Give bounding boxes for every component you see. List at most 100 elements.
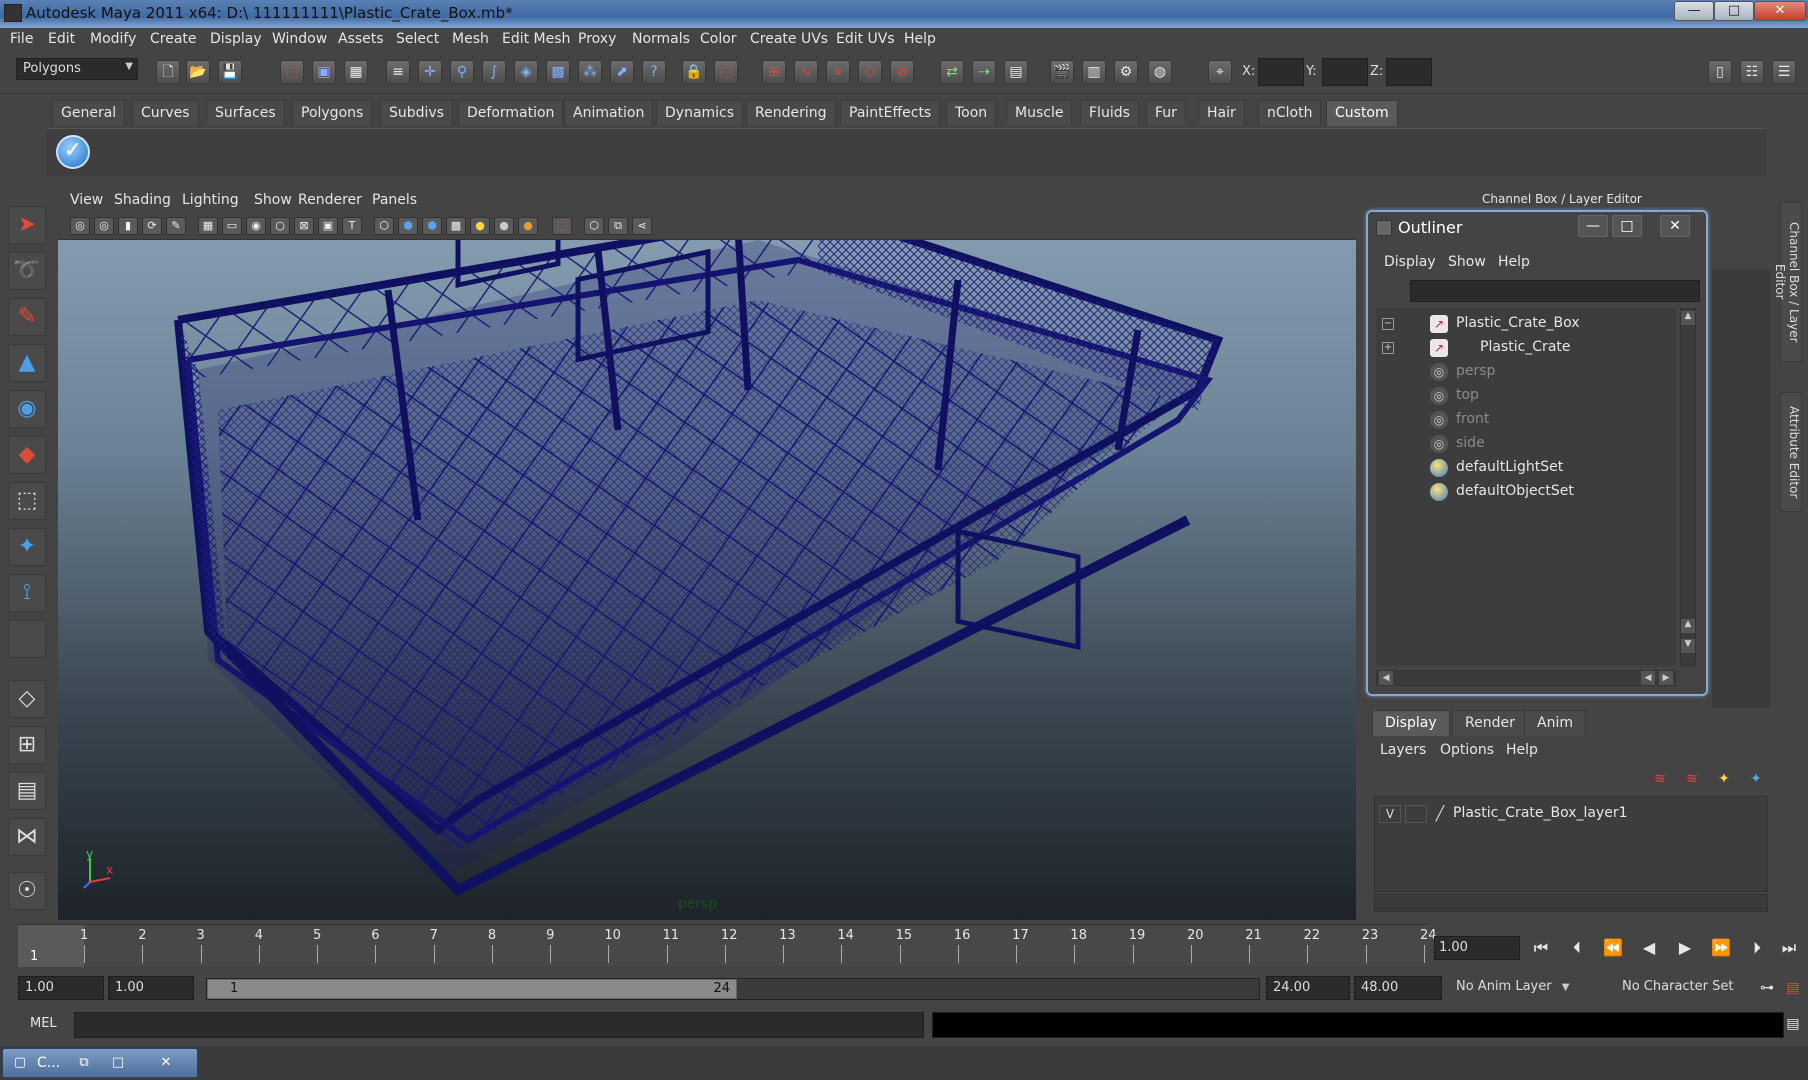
attribute-editor-toggle-icon[interactable]: ▯ <box>1708 60 1732 84</box>
tab-animation[interactable]: Animation <box>564 100 654 126</box>
input-output-icon[interactable]: ⇄ <box>940 60 964 84</box>
ipr-render-icon[interactable]: ▥ <box>1082 60 1106 84</box>
range-slider[interactable]: 1 24 <box>206 978 1260 1000</box>
menu-file[interactable]: File <box>10 31 33 47</box>
menu-window[interactable]: Window <box>272 31 327 47</box>
playback-end-field[interactable]: 24.00 <box>1266 976 1350 1000</box>
outliner-item[interactable]: − ↗ Plastic_Crate_Box <box>1376 312 1676 336</box>
tab-fur[interactable]: Fur <box>1146 100 1186 126</box>
tab-custom[interactable]: Custom <box>1326 100 1398 126</box>
panel-menu-show[interactable]: Show <box>254 192 292 208</box>
menu-display[interactable]: Display <box>210 31 262 47</box>
outliner-close-button[interactable]: ✕ <box>1660 215 1690 237</box>
make-live-icon[interactable]: ⊘ <box>890 60 914 84</box>
time-slider[interactable]: 1 1 2 3 4 5 6 7 8 9 10 11 12 13 14 15 16 17 18 19 20 21 22 23 2… <box>18 924 1437 967</box>
new-layer-from-selection-icon[interactable]: ≋ <box>1648 768 1672 790</box>
panel-menu-shading[interactable]: Shading <box>114 192 171 208</box>
open-scene-icon[interactable]: 📂 <box>186 60 210 84</box>
layer-row[interactable]: V ╱ Plastic_Crate_Box_layer1 <box>1379 803 1759 825</box>
snap-view-plane-icon[interactable]: ◇ <box>858 60 882 84</box>
lasso-tool-icon[interactable]: ➰ <box>8 252 46 290</box>
tab-surfaces[interactable]: Surfaces <box>206 100 285 126</box>
tab-channel-box[interactable]: Channel Box / Layer Editor <box>1773 202 1802 362</box>
single-pane-layout-icon[interactable]: ◇ <box>8 680 46 718</box>
smooth-shade-icon[interactable]: ⬢ <box>398 217 418 235</box>
render-settings-icon[interactable]: ⚙ <box>1114 60 1138 84</box>
scroll-up-icon[interactable]: ▲ <box>1681 619 1695 633</box>
isolate-select-icon[interactable]: ⬚ <box>552 217 572 235</box>
outliner-menu-display[interactable]: Display <box>1384 254 1436 270</box>
outliner-item[interactable]: ◎ side <box>1376 432 1676 456</box>
filter-icon[interactable]: ≡ <box>386 60 410 84</box>
select-dynamics-icon[interactable]: ⁂ <box>578 60 602 84</box>
outliner-horizontal-scrollbar[interactable]: ◀ ◀ ▶ <box>1376 670 1676 686</box>
outliner-item[interactable]: defaultLightSet <box>1376 456 1676 480</box>
select-object-icon[interactable]: ▣ <box>312 60 336 84</box>
outliner-item[interactable]: defaultObjectSet <box>1376 480 1676 504</box>
scale-tool-icon[interactable]: ◆ <box>8 436 46 474</box>
safe-title-icon[interactable]: ⊠ <box>294 217 314 235</box>
new-empty-layer-icon[interactable]: ≋ <box>1680 768 1704 790</box>
grease-pencil-icon[interactable]: ✎ <box>166 217 186 235</box>
menu-create-uvs[interactable]: Create UVs <box>750 31 828 47</box>
lock-selection-icon[interactable]: 🔒 <box>682 60 706 84</box>
tab-painteffects[interactable]: PaintEffects <box>840 100 941 126</box>
show-manipulator-icon[interactable]: ⟟ <box>8 574 46 612</box>
soft-modification-icon[interactable]: ✦ <box>8 528 46 566</box>
resolution-gate-icon[interactable]: ◉ <box>246 217 266 235</box>
tab-display-layers[interactable]: Display <box>1372 710 1450 736</box>
save-scene-icon[interactable]: 💾 <box>218 60 242 84</box>
default-lights-icon[interactable]: ● <box>470 217 490 235</box>
step-back-key-icon[interactable]: ⏴ <box>1562 936 1592 960</box>
last-tool-icon[interactable] <box>8 620 46 658</box>
snap-curve-icon[interactable]: ∿ <box>794 60 818 84</box>
select-misc-icon[interactable]: ? <box>642 60 666 84</box>
select-tool-icon[interactable]: ➤ <box>8 206 46 244</box>
restore-icon[interactable]: ⧉ <box>71 1053 97 1073</box>
xray-icon[interactable]: ⬡ <box>584 217 604 235</box>
maximize-icon[interactable]: □ <box>105 1053 131 1073</box>
paint-select-tool-icon[interactable]: ✎ <box>8 298 46 336</box>
tab-hair[interactable]: Hair <box>1198 100 1245 126</box>
move-tool-icon[interactable]: ▲ <box>8 344 46 382</box>
select-surfaces-icon[interactable]: ◈ <box>514 60 538 84</box>
minimize-button[interactable]: — <box>1674 1 1714 21</box>
go-to-start-icon[interactable]: ⏮ <box>1526 936 1556 960</box>
tab-deformation[interactable]: Deformation <box>458 100 564 126</box>
anim-layer-dropdown[interactable]: No Anim Layer ▼ <box>1450 976 1612 1000</box>
share-icon[interactable]: ⋖ <box>632 217 652 235</box>
scroll-left-icon[interactable]: ◀ <box>1641 671 1655 685</box>
z-field[interactable] <box>1386 58 1432 86</box>
layer-menu-layers[interactable]: Layers <box>1380 742 1426 758</box>
menu-create[interactable]: Create <box>150 31 197 47</box>
tab-curves[interactable]: Curves <box>132 100 199 126</box>
current-time-field[interactable]: 1.00 <box>1434 936 1520 960</box>
tool-settings-toggle-icon[interactable]: ☷ <box>1740 60 1764 84</box>
close-icon[interactable]: ✕ <box>153 1053 179 1073</box>
command-language-label[interactable]: MEL <box>30 1016 57 1031</box>
textured-icon[interactable]: ▩ <box>446 217 466 235</box>
menu-mesh[interactable]: Mesh <box>452 31 489 47</box>
tab-render-layers[interactable]: Render <box>1452 710 1528 736</box>
menu-edit-mesh[interactable]: Edit Mesh <box>502 31 570 47</box>
menu-proxy[interactable]: Proxy <box>578 31 616 47</box>
end-time-field[interactable]: 48.00 <box>1354 976 1442 1000</box>
playback-start-field[interactable]: 1.00 <box>108 976 194 1000</box>
y-field[interactable] <box>1322 58 1368 86</box>
x-field[interactable] <box>1258 58 1304 86</box>
tab-muscle[interactable]: Muscle <box>1006 100 1073 126</box>
outliner-item[interactable]: ◎ persp <box>1376 360 1676 384</box>
start-time-field[interactable]: 1.00 <box>18 976 104 1000</box>
select-curves-icon[interactable]: ∫ <box>482 60 506 84</box>
highlight-selection-icon[interactable]: ⬚ <box>714 60 738 84</box>
step-forward-frame-icon[interactable]: ⏩ <box>1706 936 1736 960</box>
tab-anim-layers[interactable]: Anim <box>1524 710 1586 736</box>
hypershade-icon[interactable]: ◍ <box>1148 60 1172 84</box>
outliner-menu-help[interactable]: Help <box>1498 254 1530 270</box>
graph-layout-icon[interactable]: ⋈ <box>8 818 46 856</box>
menu-set-select[interactable]: Polygons ▼ <box>16 58 138 80</box>
menu-help[interactable]: Help <box>904 31 936 47</box>
step-forward-key-icon[interactable]: ⏵ <box>1742 936 1772 960</box>
render-view-icon[interactable]: ▤ <box>1004 60 1028 84</box>
remove-from-layer-icon[interactable]: ✦ <box>1744 768 1768 790</box>
